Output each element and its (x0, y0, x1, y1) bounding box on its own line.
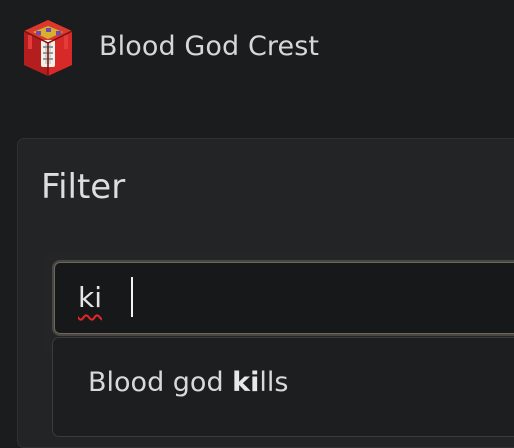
autocomplete-suggestions: Blood god kills (52, 337, 514, 437)
blood-god-crest-icon (18, 18, 78, 78)
filter-panel: Filter Blood god kills (17, 138, 514, 448)
text-cursor (131, 277, 133, 317)
suggestion-prefix: Blood god (88, 367, 233, 398)
suggestion-match: ki (232, 367, 260, 398)
filter-search-input[interactable] (78, 275, 498, 321)
suggestion-suffix: lls (259, 367, 289, 398)
autocomplete-suggestion-blood-god-kills[interactable]: Blood god kills (88, 366, 288, 400)
filter-title: Filter (41, 167, 126, 207)
filter-search-field[interactable] (52, 260, 514, 336)
app-title: Blood God Crest (99, 31, 320, 62)
app-header: Blood God Crest (0, 0, 514, 96)
